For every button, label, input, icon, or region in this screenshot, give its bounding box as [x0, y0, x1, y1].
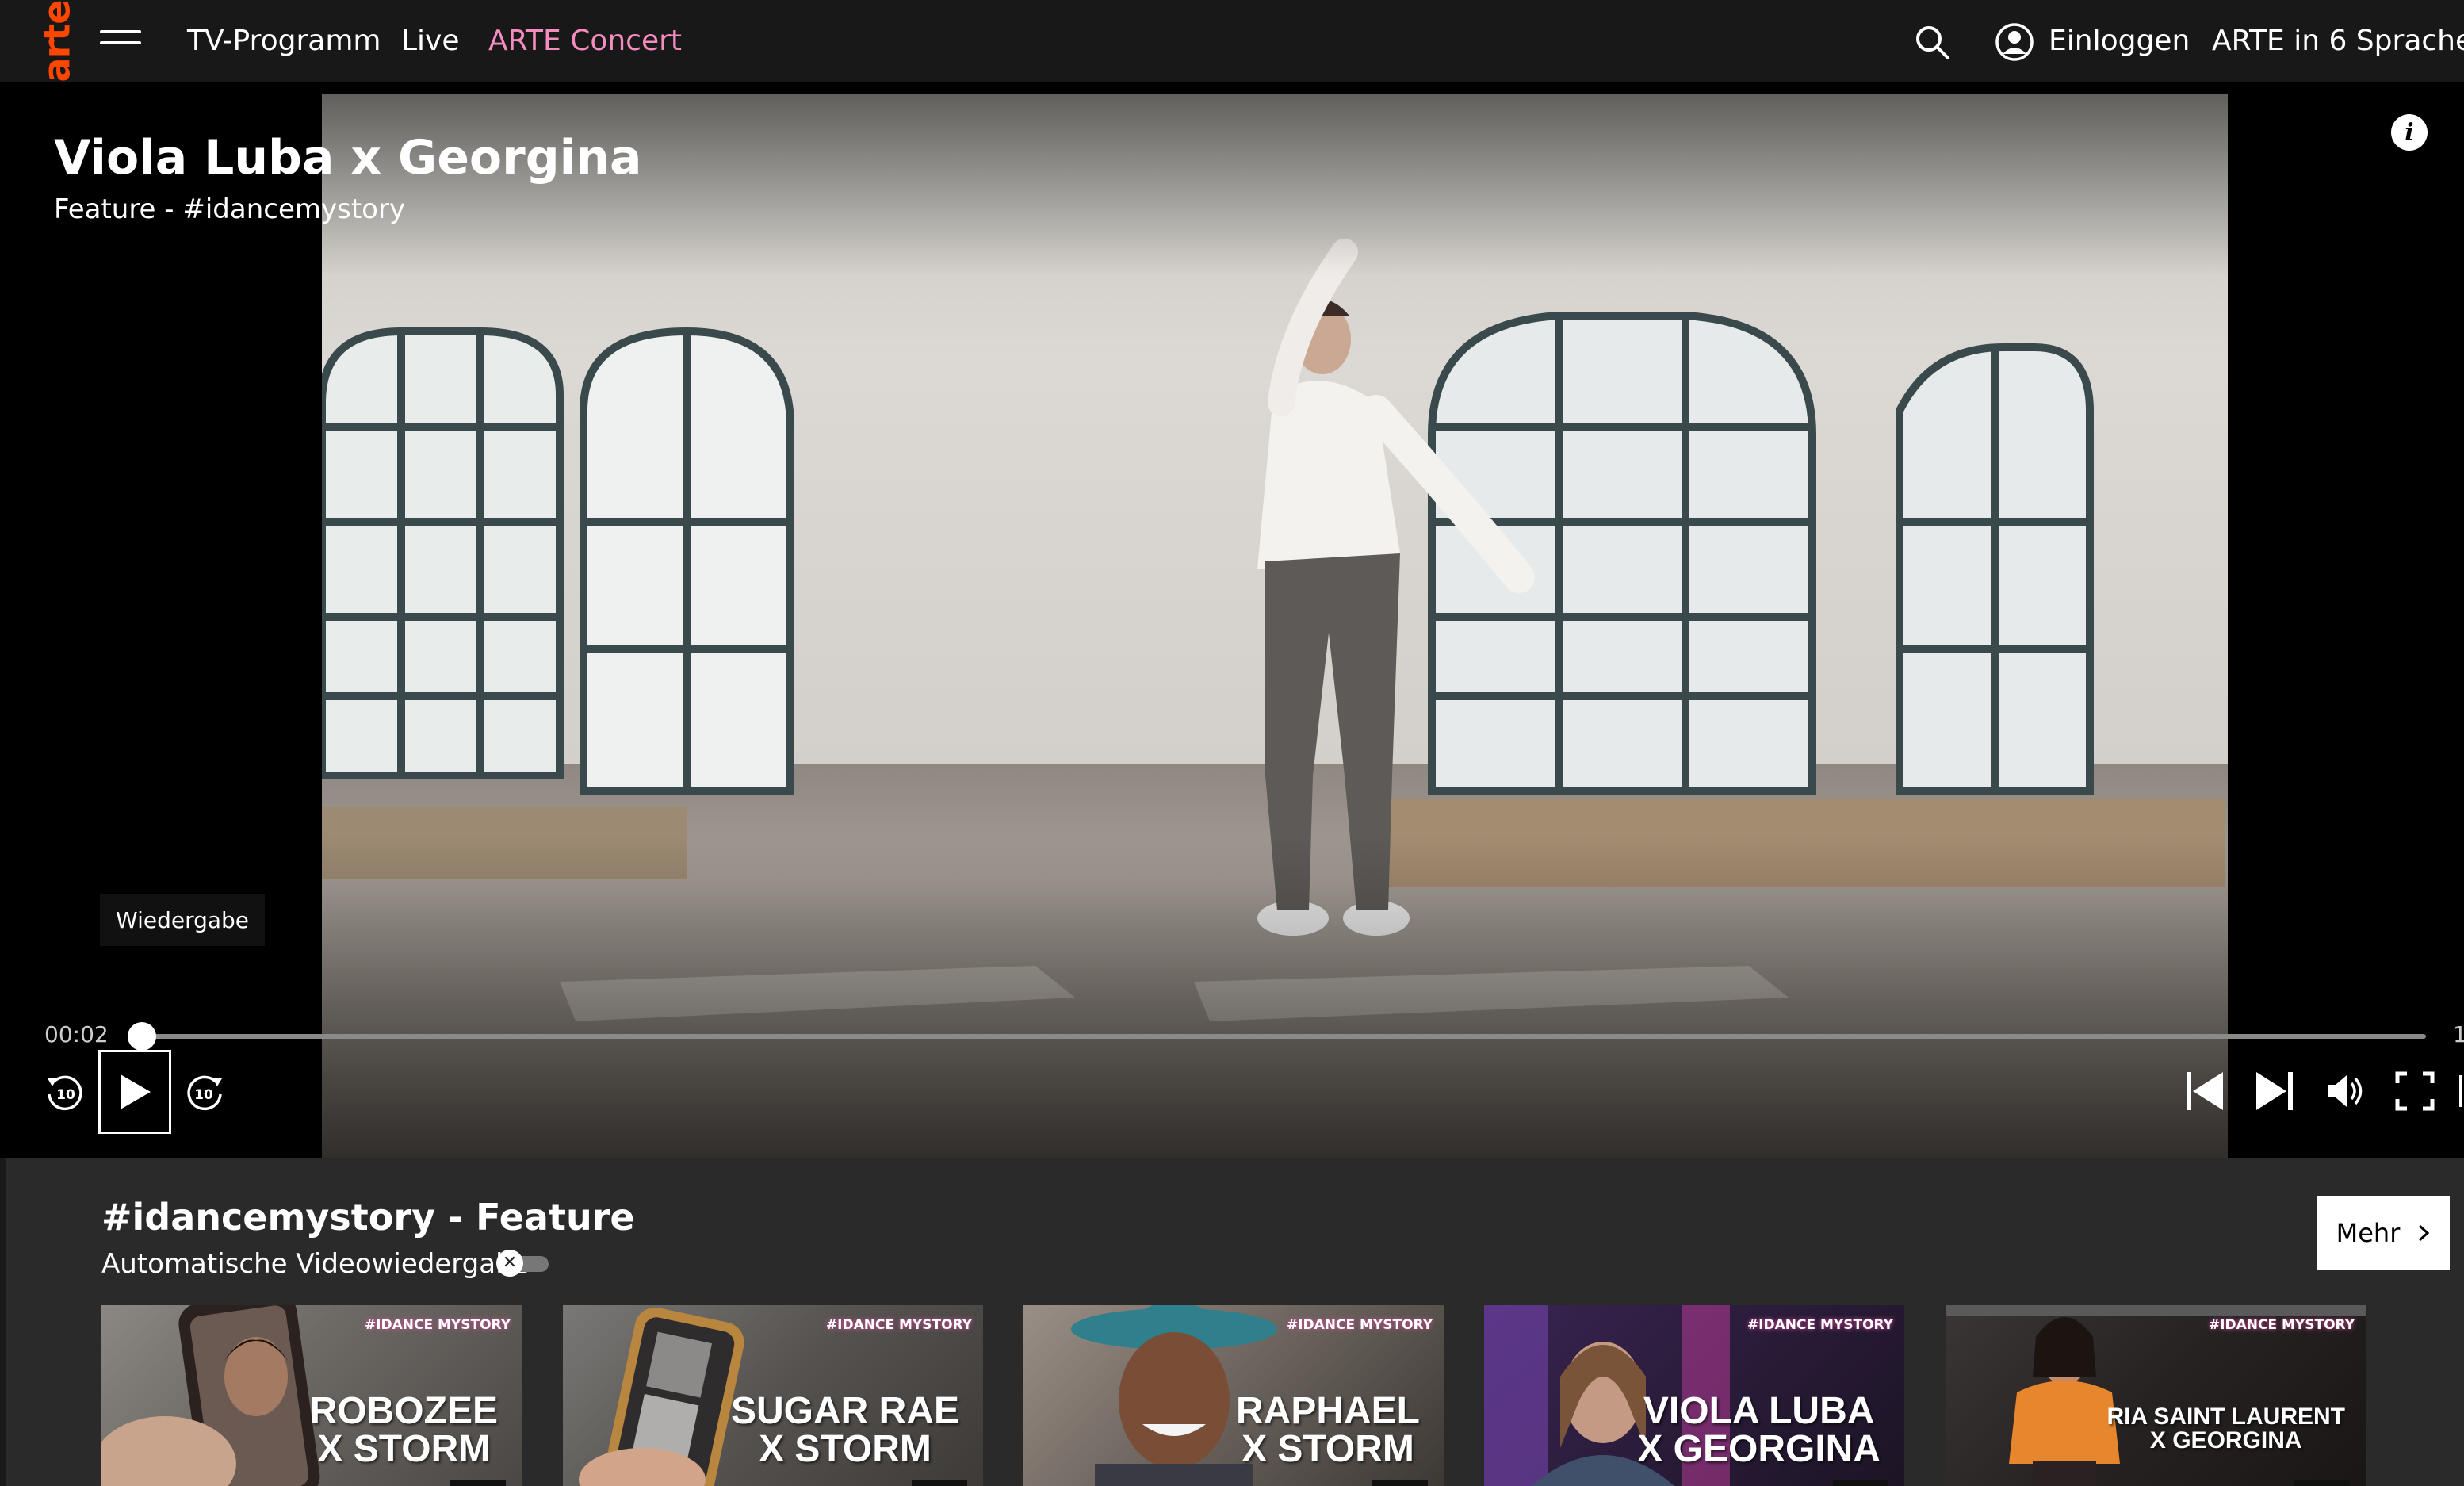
video-card[interactable]: #IDANCE MYSTORY VIOLA LUBA X GEORGINA [1484, 1305, 1904, 1486]
card-hashtag: #IDANCE MYSTORY [1286, 1317, 1433, 1333]
login-link[interactable]: Einloggen [2049, 21, 2190, 62]
nav-arte-concert[interactable]: ARTE Concert [488, 21, 682, 62]
menu-icon[interactable] [100, 30, 141, 52]
logo-text: arte [35, 0, 78, 82]
nav-tv-programm[interactable]: TV-Programm [187, 21, 381, 62]
autoplay-label: Automatische Videowiedergabe [101, 1248, 530, 1280]
video-frame[interactable] [322, 94, 2228, 1158]
languages-link[interactable]: ARTE in 6 Sprachen [2212, 21, 2464, 62]
volume-icon[interactable] [2324, 1070, 2366, 1112]
close-icon: ✕ [496, 1250, 523, 1277]
svg-text:10: 10 [194, 1087, 213, 1103]
collection-section: #idancemystory - Feature Automatische Vi… [6, 1158, 2464, 1486]
fullscreen-icon[interactable] [2394, 1070, 2435, 1112]
play-icon [121, 1074, 151, 1109]
card-title: ROBOZEE X STORM [309, 1390, 498, 1470]
card-hashtag: #IDANCE MYSTORY [1747, 1317, 1893, 1333]
card-title: RIA SAINT LAURENT X GEORGINA [2106, 1404, 2345, 1453]
video-still-image [322, 239, 2225, 1021]
card-title: RAPHAEL X STORM [1235, 1390, 1420, 1470]
partial-control-edge [2459, 1075, 2464, 1107]
video-card[interactable]: #IDANCE MYSTORY RIA SAINT LAURENT X GEOR… [1946, 1305, 2366, 1486]
skip-next-icon[interactable] [2255, 1069, 2294, 1113]
duration-time: 1 [2453, 1021, 2464, 1047]
progress-handle[interactable] [127, 1022, 156, 1051]
play-button[interactable] [98, 1050, 171, 1134]
top-navigation-bar: arte TV-Programm Live ARTE Concert Einlo… [0, 0, 2464, 82]
card-hashtag: #IDANCE MYSTORY [364, 1317, 511, 1333]
rewind-10-icon[interactable]: 10 [43, 1070, 87, 1115]
collection-title: #idancemystory - Feature [101, 1196, 635, 1239]
card-title: VIOLA LUBA X GEORGINA [1637, 1390, 1881, 1470]
more-button-label: Mehr [2336, 1218, 2401, 1248]
progress-bar[interactable] [127, 1022, 2426, 1051]
autoplay-toggle[interactable]: ✕ [496, 1250, 552, 1277]
video-card[interactable]: #IDANCE MYSTORY SUGAR RAE X STORM [563, 1305, 983, 1486]
card-hashtag: #IDANCE MYSTORY [825, 1317, 972, 1333]
more-button[interactable]: Mehr [2317, 1196, 2450, 1270]
skip-previous-icon[interactable] [2185, 1069, 2225, 1113]
user-account-icon[interactable] [1995, 22, 2034, 62]
forward-10-icon[interactable]: 10 [182, 1070, 227, 1115]
card-title: SUGAR RAE X STORM [730, 1390, 959, 1470]
chevron-right-icon [2419, 1224, 2430, 1242]
nav-live[interactable]: Live [401, 21, 460, 62]
video-card[interactable]: #IDANCE MYSTORY ROBOZEE X STORM [101, 1305, 522, 1486]
video-player[interactable]: Viola Luba x Georgina Feature - #idancem… [0, 82, 2464, 1158]
arte-logo[interactable]: arte [35, 1, 78, 82]
info-icon[interactable]: i [2391, 114, 2428, 151]
video-card[interactable]: #IDANCE MYSTORY RAPHAEL X STORM [1023, 1305, 1444, 1486]
video-title: Viola Luba x Georgina [54, 130, 642, 186]
svg-text:10: 10 [56, 1087, 75, 1103]
play-tooltip: Wiedergabe [100, 894, 266, 946]
card-hashtag: #IDANCE MYSTORY [2208, 1317, 2355, 1333]
current-time: 00:02 [44, 1021, 109, 1047]
search-icon[interactable] [1914, 24, 1950, 60]
video-subtitle: Feature - #idancemystory [54, 193, 406, 225]
